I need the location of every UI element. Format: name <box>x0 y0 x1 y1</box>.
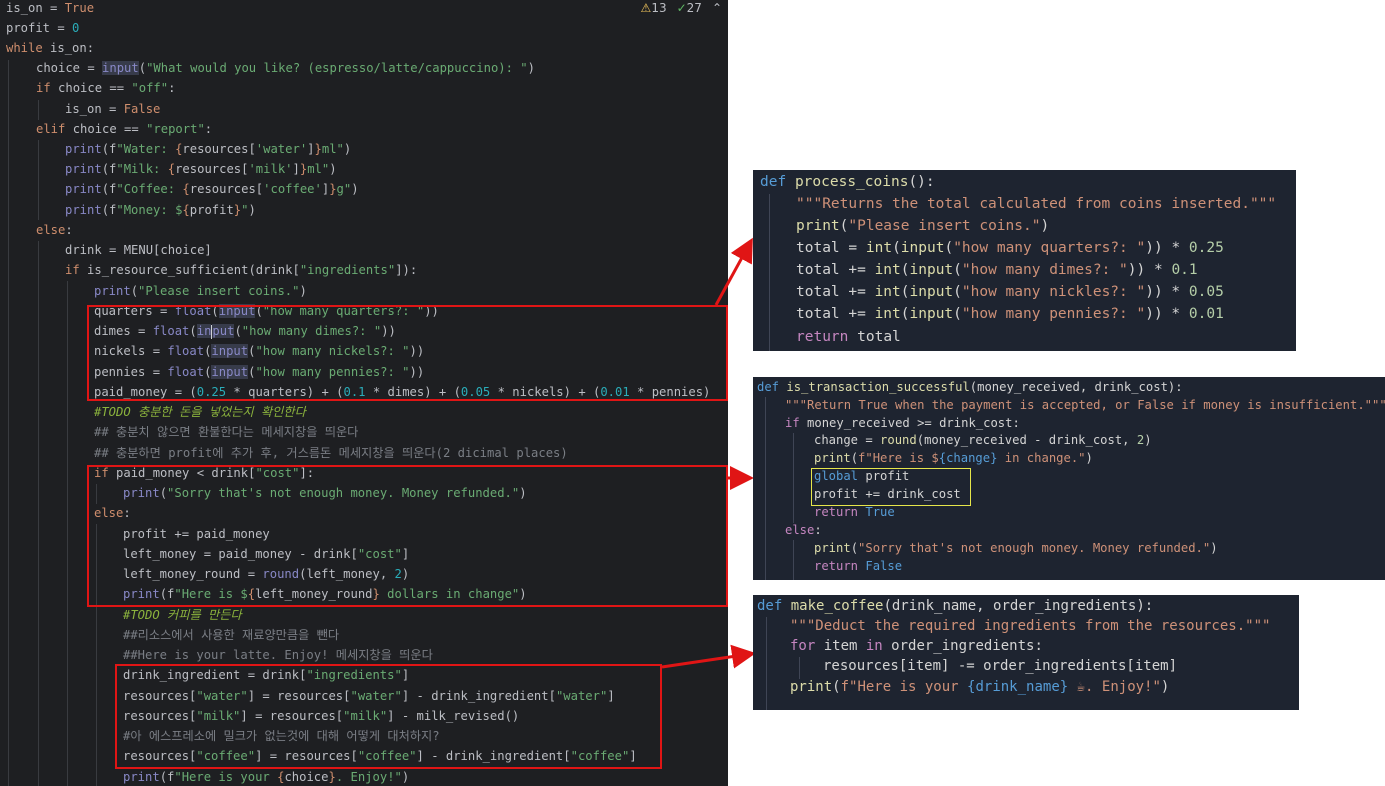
code-line: def process_coins(): <box>760 174 935 190</box>
docstring: """Returns the total calculated from coi… <box>796 196 1277 212</box>
code-line: def is_transaction_successful(money_rece… <box>757 380 1183 394</box>
code-line: return False <box>814 559 903 573</box>
code-line: total += int(input("how many nickles?: "… <box>796 284 1224 300</box>
snippet-process-coins: def process_coins(): """Returns the tota… <box>753 170 1296 351</box>
code-line: print("Sorry that's not enough money. Mo… <box>814 541 1218 555</box>
code-line: return total <box>796 329 901 345</box>
code-line: for item in order_ingredients: <box>790 638 1043 654</box>
code-line: print("Please insert coins.") <box>796 218 1050 234</box>
code-line: resources[item] -= order_ingredients[ite… <box>823 658 1178 674</box>
indent-guide <box>793 540 794 580</box>
code-line: print(f"Here is your {drink_name} ☕. Enj… <box>790 679 1170 695</box>
code-line: if money_received >= drink_cost: <box>785 416 1020 430</box>
highlight-box-global-profit <box>811 468 971 506</box>
indent-guide <box>799 657 800 679</box>
arrow-make-coffee <box>661 644 756 669</box>
snippet-make-coffee: def make_coffee(drink_name, order_ingred… <box>753 595 1299 710</box>
indent-guide <box>769 194 770 351</box>
indent-guide <box>765 397 766 580</box>
code-line: total += int(input("how many pennies?: "… <box>796 306 1224 322</box>
code-line: return True <box>814 505 895 519</box>
code-line: else: <box>785 523 822 537</box>
docstring: """Return True when the payment is accep… <box>785 398 1385 412</box>
indent-guide <box>766 617 767 710</box>
indent-guide <box>793 433 794 523</box>
code-line: print(f"Here is ${change} in change.") <box>814 451 1093 465</box>
code-line: change = round(money_received - drink_co… <box>814 433 1152 447</box>
code-line: total = int(input("how many quarters?: "… <box>796 240 1224 256</box>
snippet-is-transaction-successful: def is_transaction_successful(money_rece… <box>753 377 1385 580</box>
arrow-coins <box>714 237 753 306</box>
docstring: """Deduct the required ingredients from … <box>790 618 1271 634</box>
code-line: def make_coffee(drink_name, order_ingred… <box>757 598 1154 614</box>
code-line: total += int(input("how many dimes?: "))… <box>796 262 1198 278</box>
